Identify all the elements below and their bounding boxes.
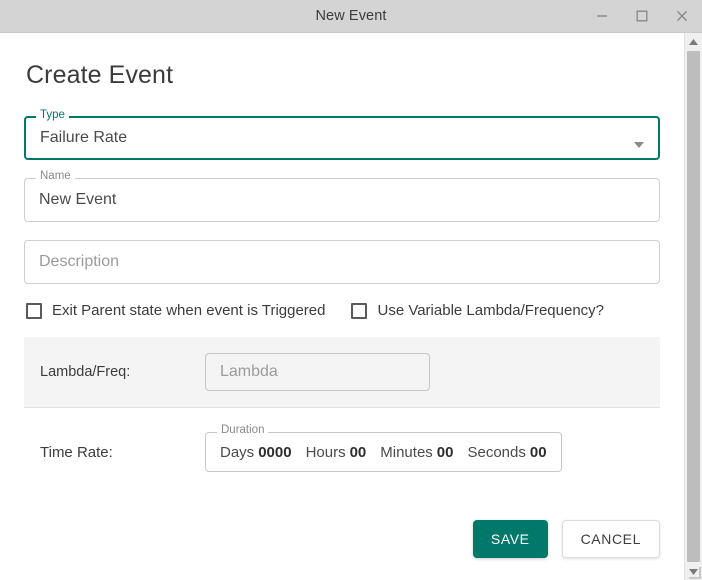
lambda-input[interactable]: Lambda bbox=[205, 353, 430, 391]
type-label: Type bbox=[36, 109, 69, 122]
duration-hours[interactable]: Hours 00 bbox=[306, 444, 367, 461]
scrollbar-track[interactable] bbox=[685, 50, 702, 563]
window-titlebar: New Event bbox=[0, 0, 702, 33]
window-controls bbox=[582, 0, 702, 32]
checkbox-label: Exit Parent state when event is Triggere… bbox=[52, 302, 326, 319]
duration-seconds[interactable]: Seconds 00 bbox=[467, 444, 546, 461]
options-row: Exit Parent state when event is Triggere… bbox=[26, 302, 660, 319]
description-placeholder: Description bbox=[39, 253, 120, 270]
new-event-window: New Event Create Event Type Failure Rate… bbox=[0, 0, 702, 580]
checkbox-label: Use Variable Lambda/Frequency? bbox=[377, 302, 605, 319]
minimize-icon bbox=[597, 15, 607, 17]
scroll-up-button[interactable] bbox=[685, 33, 702, 50]
time-rate-row: Time Rate: Duration Days 0000 Hours 00 Min… bbox=[24, 414, 660, 472]
caret-up-icon bbox=[689, 38, 698, 45]
duration-legend: Duration bbox=[217, 424, 269, 437]
duration-minutes[interactable]: Minutes 00 bbox=[380, 444, 453, 461]
cancel-button[interactable]: CANCEL bbox=[561, 520, 660, 558]
type-select[interactable]: Type Failure Rate bbox=[24, 109, 660, 160]
time-rate-label: Time Rate: bbox=[40, 443, 113, 461]
minimize-button[interactable] bbox=[582, 0, 622, 32]
duration-input[interactable]: Duration Days 0000 Hours 00 Minutes 00 Seco… bbox=[205, 424, 562, 472]
maximize-button[interactable] bbox=[622, 0, 662, 32]
duration-seconds-unit: Seconds bbox=[467, 443, 526, 461]
close-button[interactable] bbox=[662, 0, 702, 32]
duration-days-unit: Days bbox=[220, 443, 255, 461]
lambda-placeholder: Lambda bbox=[220, 363, 278, 380]
vertical-scrollbar[interactable] bbox=[684, 33, 702, 580]
duration-minutes-unit: Minutes bbox=[380, 443, 433, 461]
lambda-panel: Lambda/Freq: Lambda bbox=[24, 337, 660, 408]
name-input[interactable]: Name New Event bbox=[24, 170, 660, 222]
duration-hours-value: 00 bbox=[349, 443, 367, 461]
duration-days[interactable]: Days 0000 bbox=[220, 444, 292, 461]
name-value: New Event bbox=[39, 191, 117, 208]
maximize-icon bbox=[636, 10, 648, 22]
chevron-down-icon bbox=[634, 135, 644, 148]
duration-days-value: 0000 bbox=[258, 443, 292, 461]
create-event-form: Create Event Type Failure Rate Name New … bbox=[0, 33, 684, 580]
duration-hours-unit: Hours bbox=[305, 443, 346, 461]
scrollbar-thumb[interactable] bbox=[687, 51, 700, 562]
checkbox-box-icon bbox=[351, 302, 368, 319]
window-body: Create Event Type Failure Rate Name New … bbox=[0, 33, 702, 580]
duration-seconds-value: 00 bbox=[529, 443, 547, 461]
page-title: Create Event bbox=[26, 61, 174, 89]
save-button[interactable]: SAVE bbox=[472, 520, 548, 558]
checkbox-use-variable-lambda[interactable]: Use Variable Lambda/Frequency? bbox=[351, 302, 604, 319]
duration-minutes-value: 00 bbox=[436, 443, 454, 461]
checkbox-exit-parent-state[interactable]: Exit Parent state when event is Triggere… bbox=[26, 302, 325, 319]
lambda-label: Lambda/Freq: bbox=[40, 364, 131, 380]
name-label: Name bbox=[36, 170, 75, 183]
resize-handle[interactable] bbox=[688, 566, 701, 579]
description-input[interactable]: Description bbox=[24, 240, 660, 284]
close-icon bbox=[676, 10, 688, 22]
type-value: Failure Rate bbox=[40, 129, 128, 146]
checkbox-box-icon bbox=[26, 302, 42, 319]
dialog-actions: SAVE CANCEL bbox=[472, 520, 660, 558]
